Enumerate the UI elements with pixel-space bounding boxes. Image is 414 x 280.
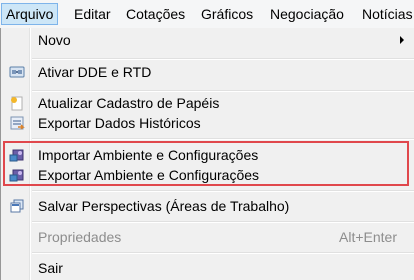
menu-negociacao[interactable]: Negociação <box>270 3 344 25</box>
menu-item-atualizar-cadastro[interactable]: Atualizar Cadastro de Papéis <box>1 93 414 113</box>
menu-graficos[interactable]: Gráficos <box>201 3 253 25</box>
menu-item-sair[interactable]: Sair <box>1 258 414 278</box>
menu-item-ativar-dde-rtd[interactable]: Ativar DDE e RTD <box>1 62 414 82</box>
menu-editar[interactable]: Editar <box>74 3 111 25</box>
menu-separator <box>32 221 414 223</box>
submenu-arrow-icon <box>400 36 404 44</box>
menu-noticias[interactable]: Notícias <box>362 3 413 25</box>
menu-item-propriedades: Propriedades Alt+Enter <box>1 227 414 247</box>
menu-item-novo[interactable]: Novo <box>1 30 414 50</box>
menu-item-exportar-dados-historicos[interactable]: Exportar Dados Históricos <box>1 113 414 133</box>
menu-item-label: Propriedades <box>38 229 122 245</box>
menu-separator <box>32 138 414 140</box>
menu-cotacoes[interactable]: Cotações <box>126 3 185 25</box>
save-perspectives-icon <box>9 198 25 214</box>
menu-bar: Arquivo Editar Cotações Gráficos Negocia… <box>0 0 414 29</box>
refresh-registry-icon <box>9 95 25 111</box>
highlight-annotation-box <box>3 141 409 186</box>
dde-link-icon <box>9 64 25 80</box>
menu-item-label: Ativar DDE e RTD <box>38 64 152 80</box>
menu-item-label: Novo <box>38 32 71 48</box>
menu-separator <box>32 252 414 254</box>
menu-item-label: Exportar Dados Históricos <box>38 115 201 131</box>
menu-arquivo[interactable]: Arquivo <box>1 3 59 25</box>
menu-separator <box>32 190 414 192</box>
menu-separator <box>32 90 414 92</box>
menu-item-salvar-perspectivas[interactable]: Salvar Perspectivas (Áreas de Trabalho) <box>1 196 414 216</box>
menu-item-label: Sair <box>38 260 63 276</box>
export-history-icon <box>9 115 25 131</box>
menu-item-label: Salvar Perspectivas (Áreas de Trabalho) <box>38 198 290 214</box>
menu-item-label: Atualizar Cadastro de Papéis <box>38 95 220 111</box>
menu-item-shortcut: Alt+Enter <box>339 229 397 245</box>
menu-separator <box>32 58 414 60</box>
